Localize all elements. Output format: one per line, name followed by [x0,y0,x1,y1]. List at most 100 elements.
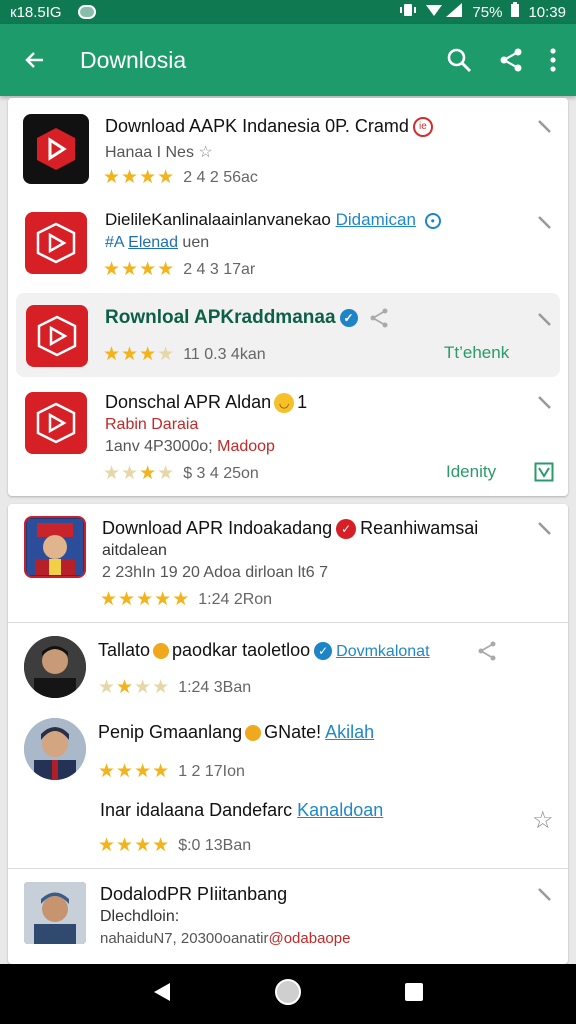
signal-icon [424,2,464,22]
rating-text: 2 4 2 56ac [183,168,258,186]
star-icon: ★ [116,835,134,856]
item-title: Download AAPK Indanesia 0P. Cramd ie [105,116,433,138]
developer-link[interactable]: Akilah [325,722,374,742]
uniform-avatar-icon [24,516,86,578]
coin-icon [153,643,170,660]
rating: ★ ★ ★ ★ $:0 13Ban [98,836,251,855]
star-icon: ★ [103,167,121,188]
expand-icon[interactable] [536,520,554,538]
share-icon[interactable] [476,640,498,662]
battery-text: 75% [472,3,503,21]
item-title: Rownloal APKraddmanaa ✓ [105,307,362,329]
notification-icon [77,5,96,19]
rating-text: $ 3 4 25on [183,464,259,482]
clock: 10:39 [528,3,566,21]
expand-icon[interactable] [536,394,554,412]
list-item[interactable]: DielileKanlinalaainlanvanekao Didamican … [8,196,568,288]
star-icon: ★ [103,463,121,484]
star-icon: ★ [139,344,157,365]
star-outline-icon[interactable]: ☆ [532,806,554,835]
developer-link[interactable]: Kanaldoan [297,800,383,820]
list-item[interactable]: Donschal APR Aldan ◡ 1 Rabin Daraia 1anv 4… [8,380,568,492]
expand-icon[interactable] [536,118,554,136]
rating-text: 1:24 3Ban [178,678,252,696]
developer-link[interactable]: Didamican [336,210,416,229]
expand-icon[interactable] [536,886,554,904]
star-icon: ★ [121,344,139,365]
overflow-menu-icon[interactable] [550,48,556,72]
page-title: Downlosia [80,46,187,73]
system-nav-bar [0,964,576,1024]
play-logo-red-icon [26,305,88,367]
star-icon: ★ [100,589,118,610]
list-item[interactable]: Download APR Indoakadang ✓ Reanhiwamsai ai… [8,504,568,620]
star-icon: ★ [103,344,121,365]
list-item[interactable]: Tallato paodkar taoletloo ✓ Dovmkalonat ★ ★ ★… [8,624,568,708]
star-icon: ★ [139,259,157,280]
star-icon: ★ [116,677,134,698]
rating-text: 1 2 17Ion [178,762,245,780]
rating: ★ ★ ★ ★ 1:24 3Ban [98,678,251,697]
list-item[interactable]: Penip Gmaanlang GNate! Akilah ★ ★ ★ ★ 1 2 17… [8,708,568,788]
star-icon: ★ [121,259,139,280]
list-item[interactable]: Inar idalaana Dandefarc Kanaldoan ★ ★ ★ ★ $… [8,788,568,868]
developer-link[interactable]: Dovmkalonat [336,643,429,660]
rating: ★ ★ ★ ★ 1 2 17Ion [98,762,245,781]
checkmark-red-icon: ✓ [336,519,357,540]
rating-text: 2 4 3 17ar [183,260,256,278]
nav-back-icon[interactable] [151,981,173,1008]
item-title: Inar idalaana Dandefarc Kanaldoan [100,800,384,820]
star-icon: ★ [157,463,175,484]
star-outline-icon: ☆ [198,144,213,161]
status-bar: к18.5IG 75% 10:39 [0,0,576,24]
star-icon: ★ [118,589,136,610]
divider [8,868,568,869]
star-icon: ★ [154,589,172,610]
network-label: к18.5IG [10,3,62,21]
warning-badge-icon: ie [412,117,433,138]
search-icon[interactable] [446,47,472,73]
rating: ★ ★ ★ ★ 2 4 3 17ar [103,260,255,279]
star-icon: ★ [98,677,116,698]
expand-icon[interactable] [536,214,554,232]
star-icon: ★ [98,835,116,856]
star-icon: ★ [172,589,190,610]
item-title: Penip Gmaanlang GNate! Akilah [98,722,375,742]
action-link[interactable]: Tt’ehenk [444,343,509,363]
list-item[interactable]: DodalodPR PIiitanbang Dlechdloin: nahaid… [8,870,568,964]
star-icon: ★ [134,835,152,856]
item-subtitle: #A Elenad uen [105,234,210,251]
item-meta: nahaiduN7, 20300oanatir@odabaope [100,930,351,947]
star-icon: ★ [157,344,175,365]
list-item[interactable]: Download AAPK Indanesia 0P. Cramd ie Hana… [8,98,568,196]
item-title: Download APR Indoakadang ✓ Reanhiwamsai [102,518,479,540]
app-bar: Downlosia [0,24,576,96]
nav-recents-icon[interactable] [403,981,425,1008]
item-subtitle: Hanaa I Nes ☆ [105,144,213,161]
star-icon: ★ [139,167,157,188]
star-icon: ★ [121,463,139,484]
back-arrow-icon[interactable] [0,24,70,96]
rating-text: 11 0.3 4kan [183,345,266,363]
nav-home-icon[interactable] [274,978,302,1011]
play-logo-dark-icon [23,114,89,184]
item-meta: 2 23hIn 19 20 Adoa dirloan lt6 7 [102,564,328,581]
share-icon[interactable] [368,307,390,329]
item-subtitle: aitdalean [102,542,167,559]
vibrate-icon [400,2,417,22]
item-meta: 1anv 4P3000o; Madoop [105,438,275,455]
checkbox-icon[interactable] [534,462,554,482]
profile-avatar [24,882,86,944]
star-icon: ★ [157,167,175,188]
results-card-1: Download AAPK Indanesia 0P. Cramd ie Hana… [8,98,568,496]
expand-icon[interactable] [536,311,554,329]
sub-link[interactable]: Elenad [128,234,178,251]
rating: ★ ★ ★ ★ 11 0.3 4kan [103,345,266,364]
share-icon[interactable] [498,47,524,73]
list-item-selected[interactable]: Rownloal APKraddmanaa ✓ ★ ★ ★ ★ 11 0.3 4kan … [16,293,560,377]
item-title: DodalodPR PIiitanbang [100,884,288,904]
battery-icon [510,2,520,22]
star-icon: ★ [116,761,134,782]
action-link[interactable]: Idenity [446,462,496,482]
star-icon: ★ [157,259,175,280]
